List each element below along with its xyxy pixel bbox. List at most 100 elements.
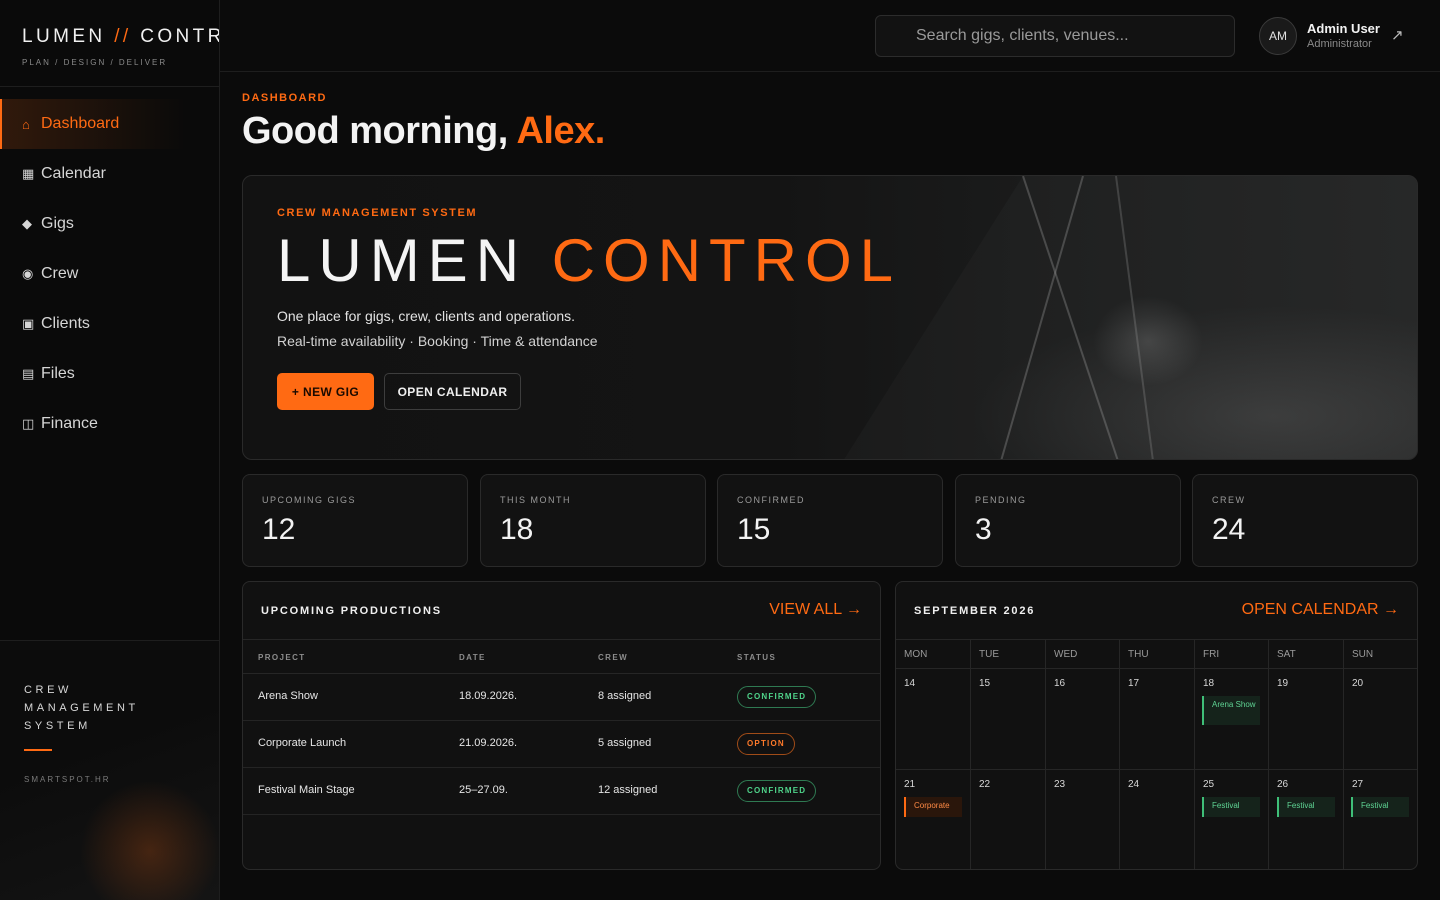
calendar-event-festival[interactable]: Festival xyxy=(1202,797,1260,817)
stat-label: CONFIRMED xyxy=(737,495,805,505)
status-badge: OPTION xyxy=(737,733,795,755)
sidebar-item-crew[interactable]: ◉ Crew xyxy=(0,249,219,299)
avatar[interactable]: AM xyxy=(1259,17,1297,55)
stat-crew: CREW 24 xyxy=(1192,474,1418,567)
search-input[interactable] xyxy=(875,15,1235,57)
sidebar-item-calendar[interactable]: ▦ Calendar xyxy=(0,149,219,199)
calendar-event-arena-show[interactable]: Arena Show xyxy=(1202,696,1260,725)
sidebar-item-clients[interactable]: ▣ Clients xyxy=(0,299,219,349)
external-link-icon[interactable]: ↗ xyxy=(1391,26,1404,44)
brand-separator: // xyxy=(114,26,132,47)
hero-title-a: LUMEN xyxy=(277,227,528,294)
upcoming-productions-panel: UPCOMING PRODUCTIONS VIEW ALL → PROJECT … xyxy=(242,581,881,870)
sidebar-footer: CREW MANAGEMENT SYSTEM SMARTSPOT.HR xyxy=(0,640,219,900)
sidebar-item-gigs[interactable]: ◆ Gigs xyxy=(0,199,219,249)
column-crew: CREW xyxy=(598,653,629,662)
grid-line xyxy=(1119,639,1120,869)
calendar-day[interactable]: 25 xyxy=(1203,779,1214,790)
calendar-weekdays: MON TUE WED THU FRI SAT SUN xyxy=(896,639,1417,669)
footer-line-3: SYSTEM xyxy=(24,720,91,732)
calendar-day[interactable]: 22 xyxy=(979,779,990,790)
weekday-label: TUE xyxy=(979,649,999,660)
calendar-day[interactable]: 17 xyxy=(1128,678,1139,689)
open-calendar-button[interactable]: OPEN CALENDAR xyxy=(384,373,521,410)
cell-project: Corporate Launch xyxy=(258,737,347,749)
brand-logo[interactable]: LUMEN // CONTROL xyxy=(22,26,219,48)
stat-value: 18 xyxy=(500,513,534,546)
stat-label: UPCOMING GIGS xyxy=(262,495,357,505)
calendar-day[interactable]: 20 xyxy=(1352,678,1363,689)
view-all-link[interactable]: VIEW ALL → xyxy=(769,601,862,619)
calendar-day[interactable]: 26 xyxy=(1277,779,1288,790)
stat-value: 12 xyxy=(262,513,296,546)
column-date: DATE xyxy=(459,653,486,662)
hero-kicker: CREW MANAGEMENT SYSTEM xyxy=(277,207,478,219)
stat-upcoming-gigs: UPCOMING GIGS 12 xyxy=(242,474,468,567)
finance-icon: ◫ xyxy=(22,416,35,431)
sidebar-item-label: Dashboard xyxy=(41,115,120,132)
sidebar-item-finance[interactable]: ◫ Finance xyxy=(0,399,219,449)
calendar-day[interactable]: 18 xyxy=(1203,678,1214,689)
calendar-day[interactable]: 23 xyxy=(1054,779,1065,790)
greeting-text: Good morning, xyxy=(242,110,508,152)
hero-title-b: CONTROL xyxy=(551,227,902,294)
sidebar-item-label: Gigs xyxy=(41,215,74,232)
diamond-icon: ◆ xyxy=(22,216,32,231)
calendar-day[interactable]: 14 xyxy=(904,678,915,689)
sidebar-item-label: Crew xyxy=(41,265,79,282)
calendar-day[interactable]: 19 xyxy=(1277,678,1288,689)
stat-this-month: THIS MONTH 18 xyxy=(480,474,706,567)
sidebar-item-files[interactable]: ▤ Files xyxy=(0,349,219,399)
calendar-event-corporate[interactable]: Corporate xyxy=(904,797,962,817)
cell-date: 25–27.09. xyxy=(459,784,508,796)
grid-line xyxy=(970,639,971,869)
cell-crew: 12 assigned xyxy=(598,784,658,796)
panel-title: SEPTEMBER 2026 xyxy=(914,605,1036,617)
footer-line-1: CREW xyxy=(24,684,73,696)
sidebar-item-dashboard[interactable]: ⌂ Dashboard xyxy=(0,99,219,149)
hero-description: One place for gigs, crew, clients and op… xyxy=(277,308,576,324)
home-icon: ⌂ xyxy=(22,116,30,132)
hero-banner: CREW MANAGEMENT SYSTEM LUMEN CONTROL One… xyxy=(242,175,1418,460)
hero-features: Real-time availability · Booking · Time … xyxy=(277,333,598,349)
user-role: Administrator xyxy=(1307,38,1372,50)
open-calendar-link[interactable]: OPEN CALENDAR → xyxy=(1242,601,1399,619)
grid-line xyxy=(1194,639,1195,869)
sidebar-item-label: Files xyxy=(41,365,75,382)
status-badge: CONFIRMED xyxy=(737,780,817,802)
calendar-day[interactable]: 27 xyxy=(1352,779,1363,790)
calendar-day[interactable]: 15 xyxy=(979,678,990,689)
hero-title: LUMEN CONTROL xyxy=(277,226,901,295)
brand-name-b: CONTROL xyxy=(140,26,219,47)
sidebar-item-label: Clients xyxy=(41,315,90,332)
calendar-day[interactable]: 21 xyxy=(904,779,915,790)
column-project: PROJECT xyxy=(258,653,306,662)
files-icon: ▤ xyxy=(22,366,35,381)
calendar-day[interactable]: 24 xyxy=(1128,779,1139,790)
table-header: PROJECT DATE CREW STATUS xyxy=(243,639,880,674)
table-row[interactable]: Corporate Launch 21.09.2026. 5 assigned … xyxy=(243,721,880,768)
calendar-icon: ▦ xyxy=(22,166,35,181)
calendar-event-festival[interactable]: Festival xyxy=(1277,797,1335,817)
breadcrumb: DASHBOARD xyxy=(242,92,327,104)
clients-icon: ▣ xyxy=(22,316,35,331)
grid-line xyxy=(1343,639,1344,869)
table-row[interactable]: Festival Main Stage 25–27.09. 12 assigne… xyxy=(243,768,880,815)
calendar-event-festival[interactable]: Festival xyxy=(1351,797,1409,817)
calendar-day[interactable]: 16 xyxy=(1054,678,1065,689)
status-badge: CONFIRMED xyxy=(737,686,817,708)
weekday-label: FRI xyxy=(1203,649,1220,660)
cell-date: 21.09.2026. xyxy=(459,737,518,749)
stat-value: 3 xyxy=(975,513,992,546)
table-row[interactable]: Arena Show 18.09.2026. 8 assigned CONFIR… xyxy=(243,674,880,721)
footer-accent-rule xyxy=(24,749,52,751)
cell-crew: 8 assigned xyxy=(598,690,652,702)
brand-name-a: LUMEN xyxy=(22,26,106,47)
new-gig-button[interactable]: + NEW GIG xyxy=(277,373,374,410)
grid-line xyxy=(1045,639,1046,869)
cell-crew: 5 assigned xyxy=(598,737,652,749)
brand: LUMEN // CONTROL PLAN / DESIGN / DELIVER xyxy=(0,0,219,87)
weekday-label: MON xyxy=(904,649,928,660)
footer-line-2: MANAGEMENT xyxy=(24,702,139,714)
crew-icon: ◉ xyxy=(22,266,34,281)
